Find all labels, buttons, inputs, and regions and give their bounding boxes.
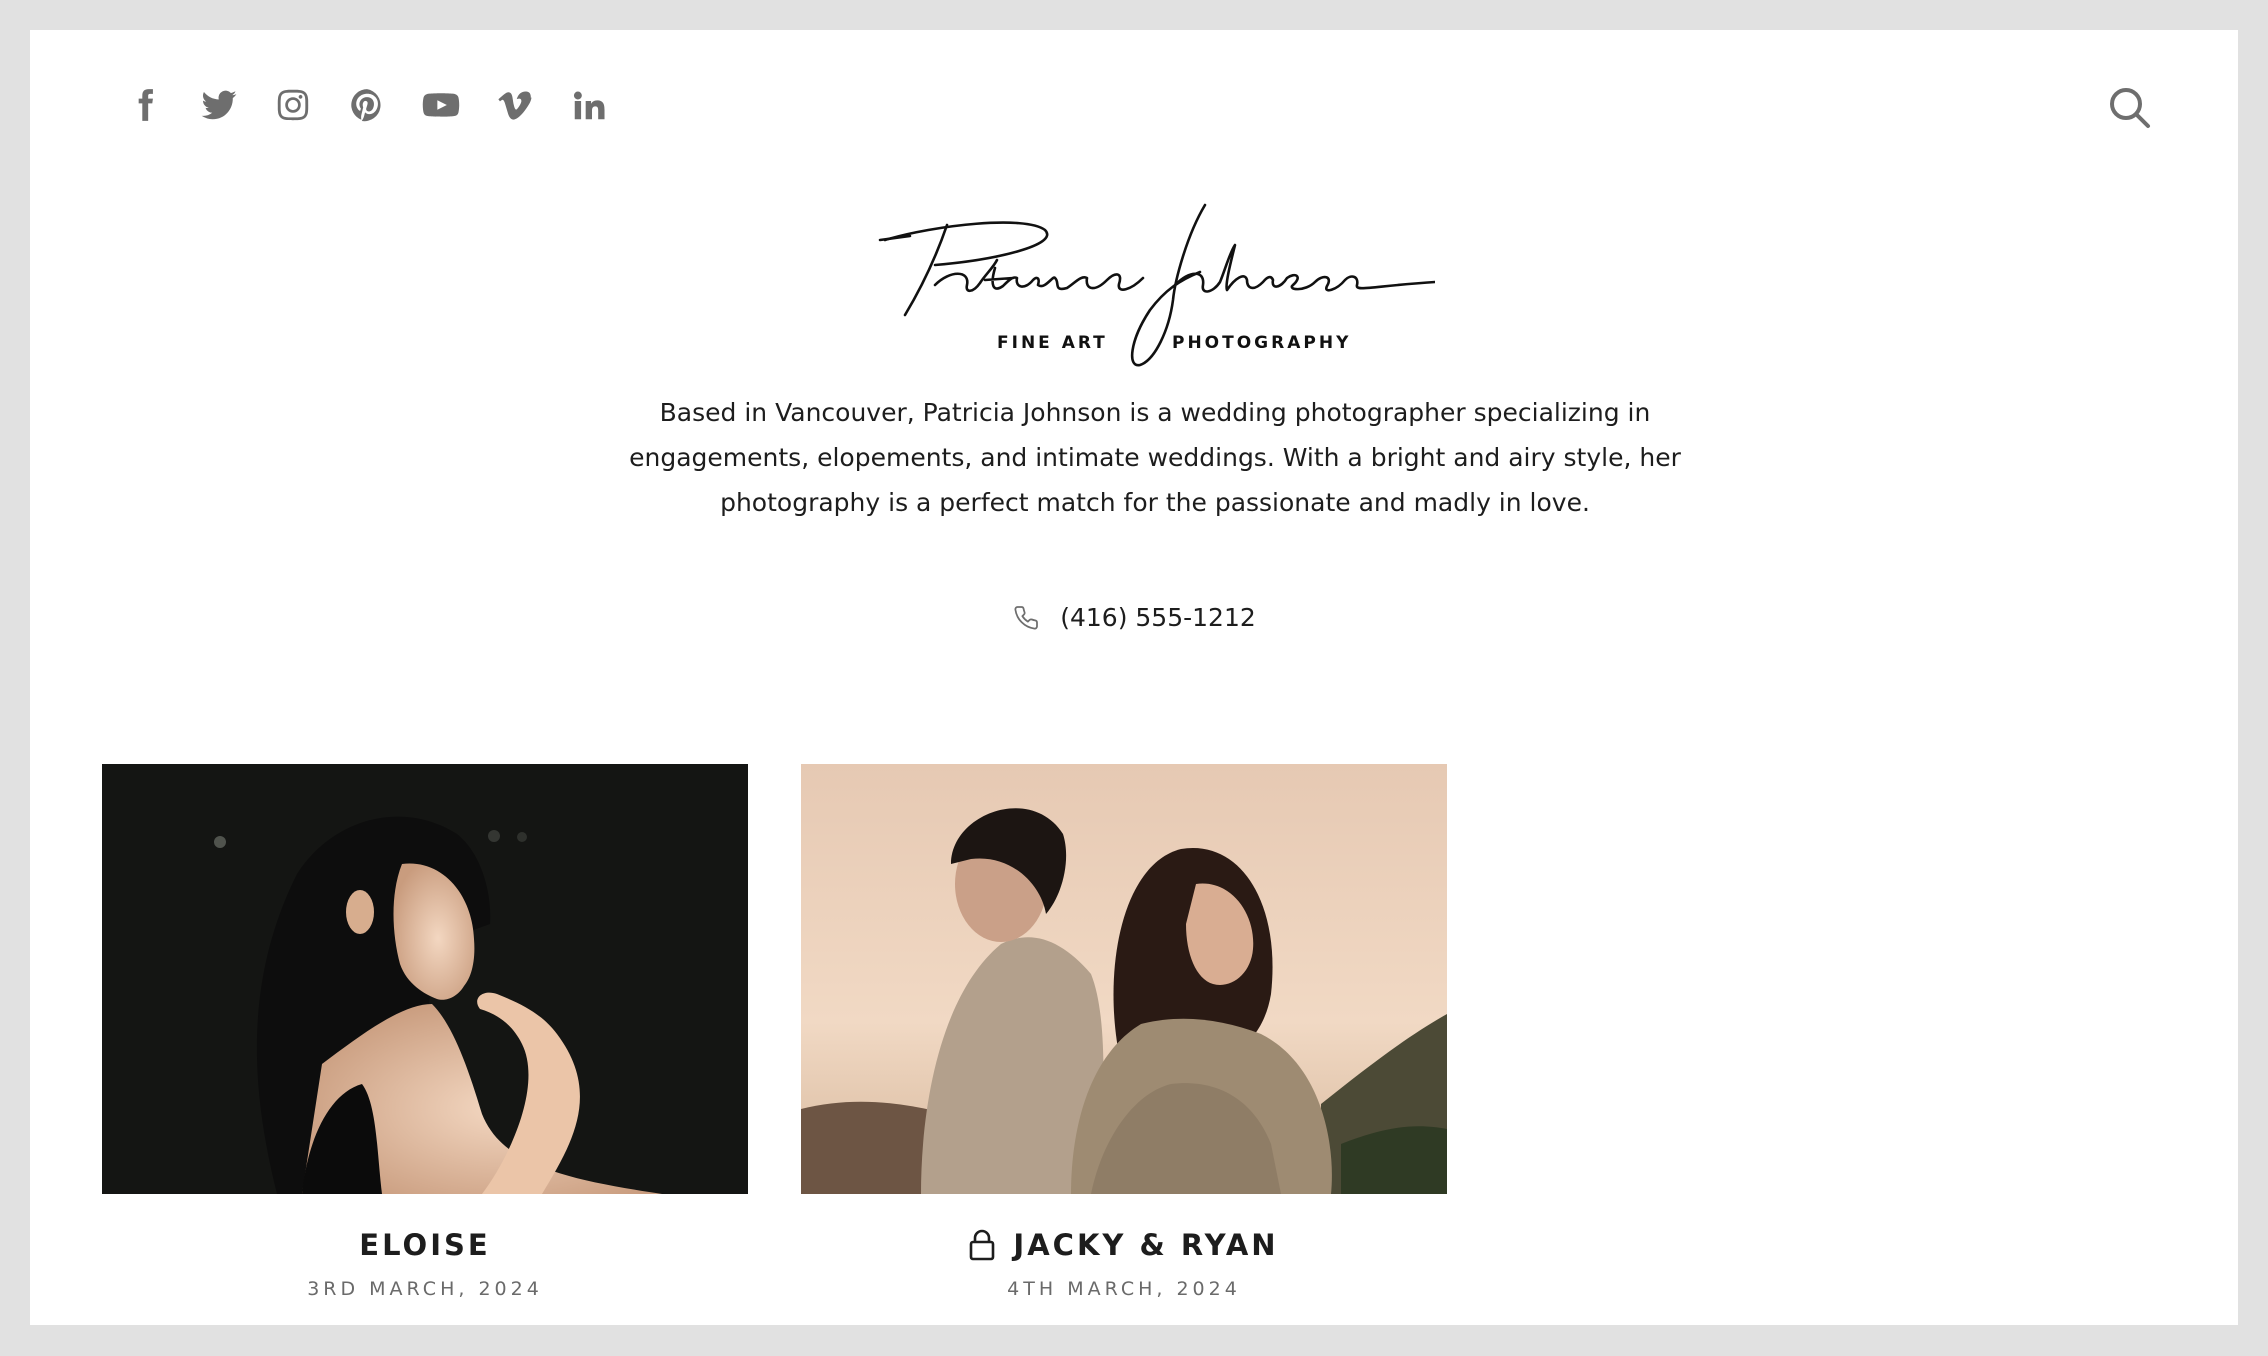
gallery-date: 4TH MARCH, 2024 (1007, 1278, 1241, 1300)
vimeo-icon[interactable] (496, 86, 534, 124)
twitter-icon[interactable] (200, 86, 238, 124)
gallery-card-eloise[interactable]: ELOISE 3RD MARCH, 2024 (102, 764, 748, 1300)
logo-sub-left: FINE ART (997, 333, 1108, 353)
page: FINE ART PHOTOGRAPHY Based in Vancouver,… (30, 30, 2238, 1325)
lock-icon (969, 1229, 995, 1261)
facebook-icon[interactable] (126, 86, 164, 124)
phone-line[interactable]: (416) 555-1212 (30, 602, 2238, 632)
search-icon[interactable] (2106, 84, 2154, 132)
gallery-title[interactable]: JACKY & RYAN (801, 1228, 1447, 1262)
gallery-date: 3RD MARCH, 2024 (307, 1278, 543, 1300)
intro-text: Based in Vancouver, Patricia Johnson is … (629, 398, 1681, 517)
social-bar (126, 86, 644, 124)
site-logo[interactable]: FINE ART PHOTOGRAPHY (875, 190, 1437, 375)
gallery-title[interactable]: ELOISE (102, 1228, 748, 1262)
gallery-card-jacky-ryan[interactable]: JACKY & RYAN 4TH MARCH, 2024 (801, 764, 1447, 1300)
instagram-icon[interactable] (274, 86, 312, 124)
logo-sub-right: PHOTOGRAPHY (1172, 333, 1351, 353)
pinterest-icon[interactable] (348, 86, 386, 124)
gallery-title-text[interactable]: JACKY & RYAN (1013, 1228, 1278, 1262)
phone-icon (1012, 602, 1042, 632)
gallery-title-text[interactable]: ELOISE (359, 1228, 490, 1262)
gallery-cover-photo[interactable] (801, 764, 1447, 1194)
linkedin-icon[interactable] (570, 86, 608, 124)
youtube-icon[interactable] (422, 86, 460, 124)
gallery-cover-photo[interactable] (102, 764, 748, 1194)
phone-number[interactable]: (416) 555-1212 (1060, 603, 1256, 632)
